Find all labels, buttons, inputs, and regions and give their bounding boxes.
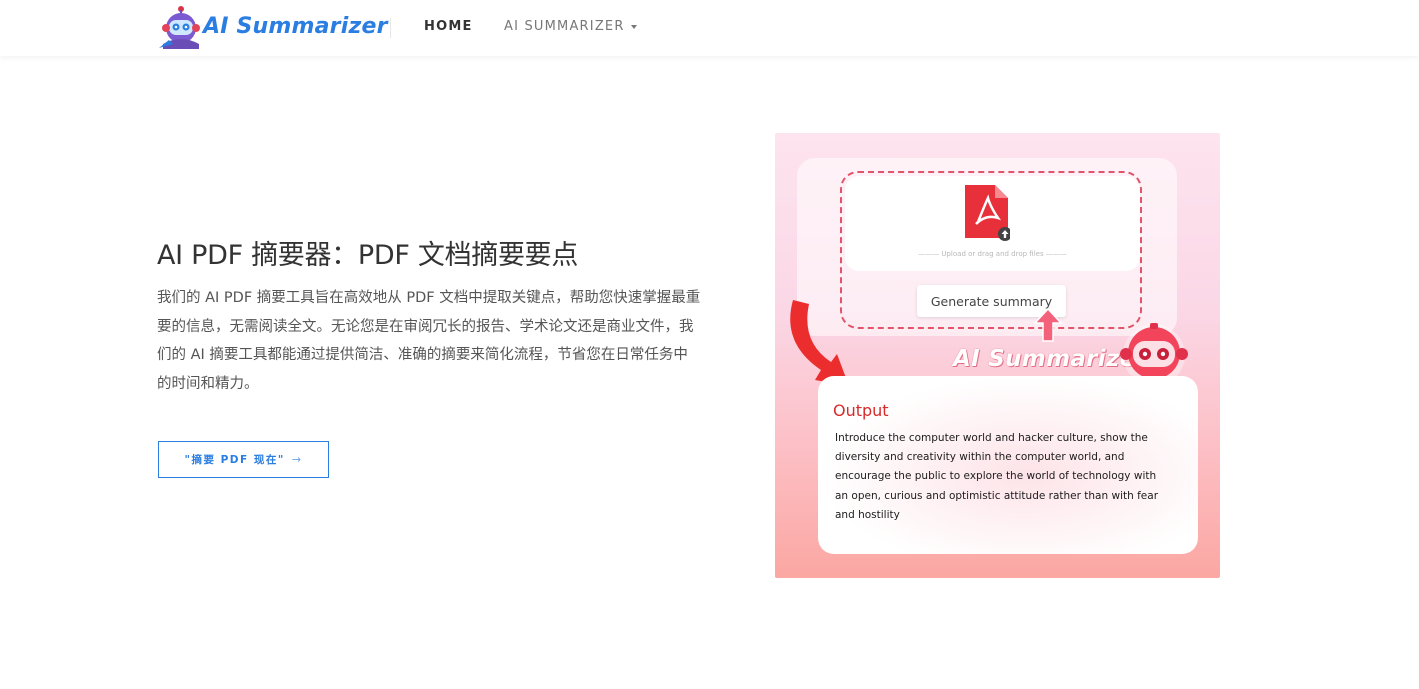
output-text: Introduce the computer world and hacker … [835, 432, 1159, 521]
top-navbar: AI Summarizer HOME AI SUMMARIZER [0, 0, 1419, 56]
arrow-right-icon: → [291, 453, 303, 466]
page-title: AI PDF 摘要器：PDF 文档摘要要点 [157, 240, 579, 271]
upload-arrow-icon [1033, 307, 1063, 342]
nav-ai-summarizer-dropdown[interactable]: AI SUMMARIZER [504, 19, 637, 34]
nav-home-link[interactable]: HOME [424, 19, 473, 34]
hero-illustration: ——— Upload or drag and drop files ——— Ge… [775, 133, 1220, 578]
nav-ai-summarizer-label: AI SUMMARIZER [504, 19, 625, 34]
logo-text: AI Summarizer [203, 14, 388, 39]
pdf-file-icon [965, 185, 1010, 241]
site-logo[interactable]: AI Summarizer [157, 4, 387, 50]
output-title: Output [833, 401, 889, 420]
cta-label: "摘要 PDF 现在" [184, 454, 285, 466]
summarize-pdf-now-button[interactable]: "摘要 PDF 现在" → [158, 441, 329, 478]
upload-hint: ——— Upload or drag and drop files ——— [918, 250, 1067, 258]
hero-description: 我们的 AI PDF 摘要工具旨在高效地从 PDF 文档中提取关键点，帮助您快速… [157, 290, 701, 392]
nav-divider [390, 18, 391, 38]
caret-down-icon [630, 24, 637, 29]
robot-mascot-icon [159, 6, 200, 49]
